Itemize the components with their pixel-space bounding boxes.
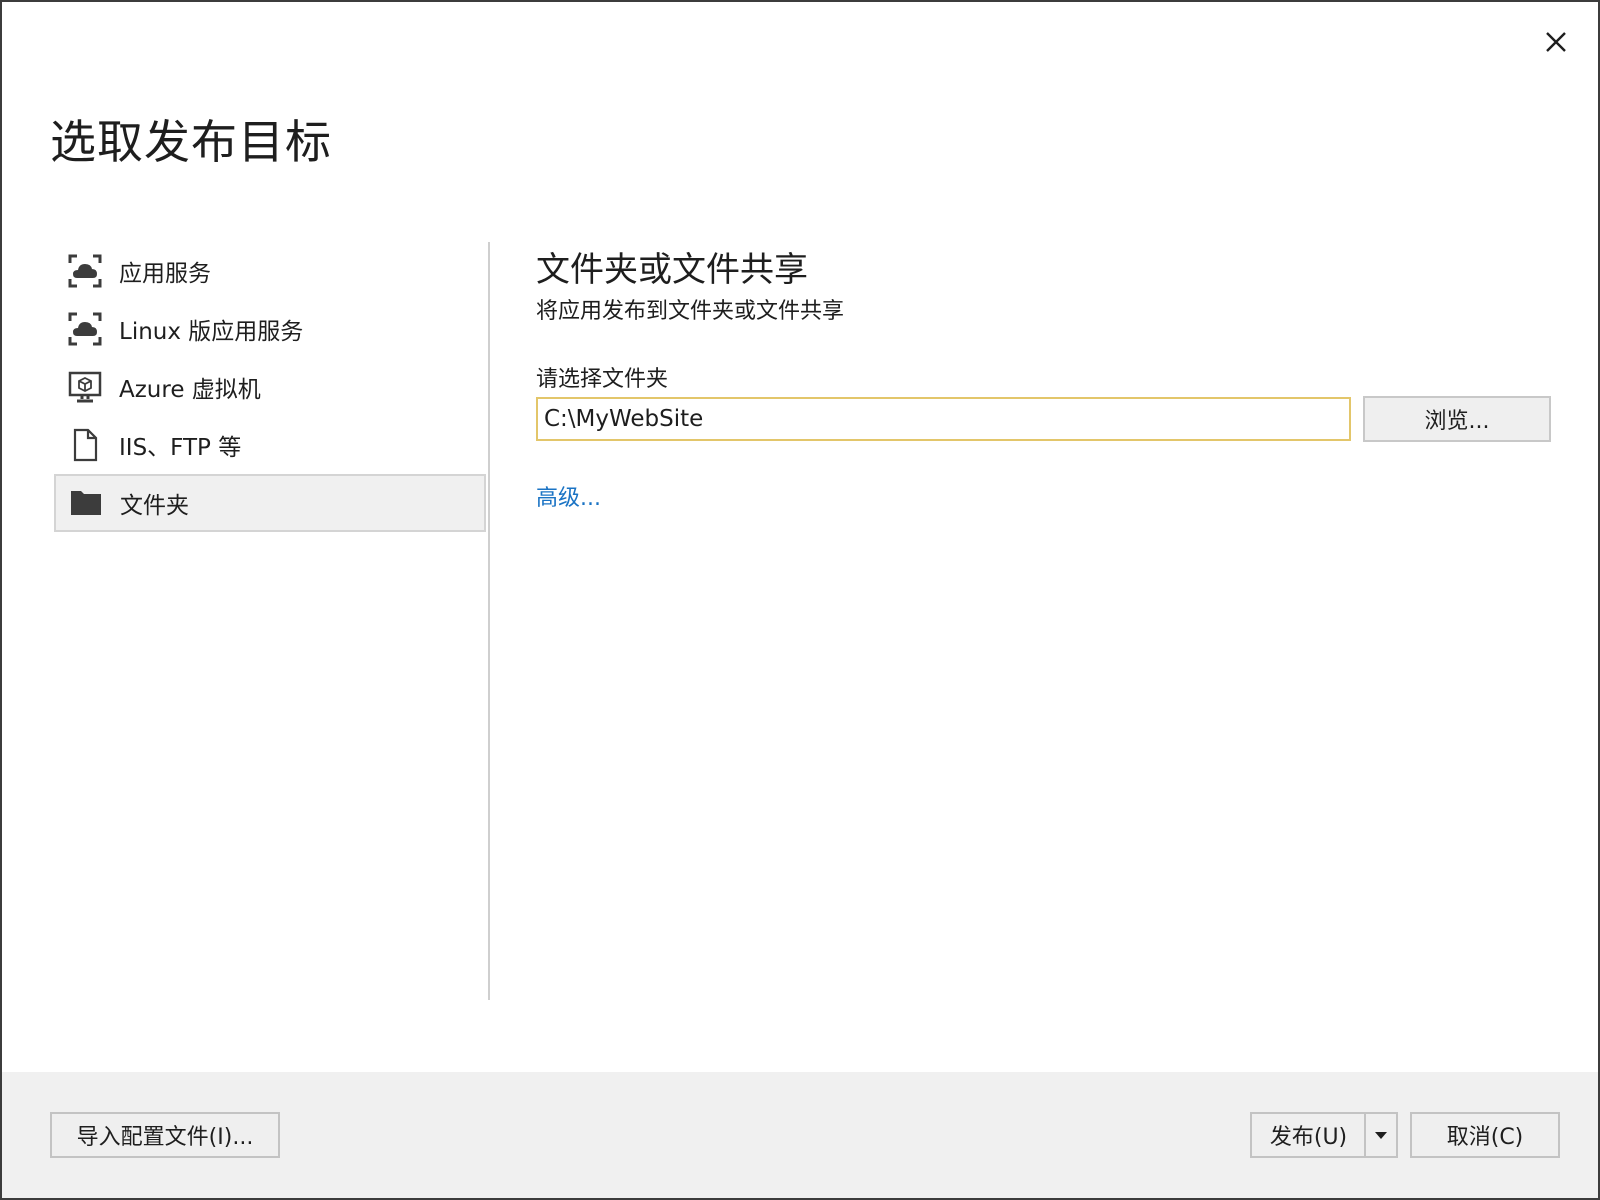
target-details: 文件夹或文件共享 将应用发布到文件夹或文件共享 请选择文件夹 浏览... 高级.… [536, 242, 1552, 512]
target-item-iis-ftp[interactable]: IIS、FTP 等 [54, 416, 486, 474]
target-item-label: Linux 版应用服务 [119, 319, 304, 345]
target-item-app-service-linux[interactable]: Linux 版应用服务 [54, 300, 486, 358]
browse-button[interactable]: 浏览... [1363, 396, 1551, 442]
section-title: 文件夹或文件共享 [536, 250, 808, 290]
page-title: 选取发布目标 [50, 115, 332, 169]
target-item-label: Azure 虚拟机 [119, 377, 261, 403]
section-subtitle: 将应用发布到文件夹或文件共享 [536, 299, 845, 324]
publish-dialog: 选取发布目标 应用服务 Linux 版应用服务 Azure 虚拟机 IIS、FT… [0, 0, 1600, 1200]
panel-divider [488, 242, 490, 1000]
folder-icon [66, 483, 106, 523]
document-icon [65, 425, 105, 465]
cancel-button[interactable]: 取消(C) [1410, 1112, 1560, 1158]
target-item-label: IIS、FTP 等 [119, 435, 242, 461]
close-icon [1546, 32, 1566, 52]
target-item-label: 应用服务 [119, 261, 211, 287]
folder-field-label: 请选择文件夹 [536, 367, 669, 392]
publish-dropdown-button[interactable] [1364, 1112, 1398, 1158]
target-item-label: 文件夹 [120, 493, 189, 519]
target-item-app-service[interactable]: 应用服务 [54, 242, 486, 300]
app-service-icon [65, 251, 105, 291]
publish-split-button: 发布(U) [1250, 1112, 1398, 1158]
close-button[interactable] [1536, 22, 1576, 62]
target-list: 应用服务 Linux 版应用服务 Azure 虚拟机 IIS、FTP 等 文件夹 [54, 242, 486, 532]
publish-button[interactable]: 发布(U) [1250, 1112, 1366, 1158]
import-profile-button[interactable]: 导入配置文件(I)... [50, 1112, 280, 1158]
dialog-footer: 导入配置文件(I)... 发布(U) 取消(C) [2, 1072, 1598, 1198]
virtual-machine-icon [65, 367, 105, 407]
folder-field-row: 浏览... [536, 396, 1552, 442]
advanced-link[interactable]: 高级... [536, 480, 601, 512]
target-item-azure-vm[interactable]: Azure 虚拟机 [54, 358, 486, 416]
folder-path-input[interactable] [536, 397, 1351, 441]
target-item-folder[interactable]: 文件夹 [54, 474, 486, 532]
caret-down-icon [1375, 1132, 1387, 1139]
app-service-linux-icon [65, 309, 105, 349]
